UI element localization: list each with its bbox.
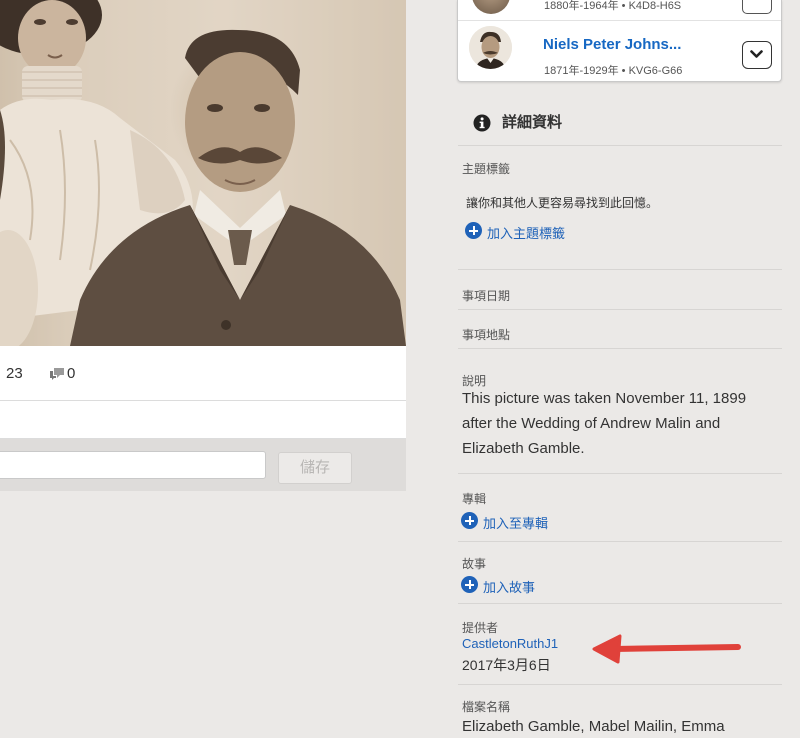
plus-circle-icon: [461, 512, 478, 529]
memory-photo[interactable]: [0, 0, 406, 346]
story-label: 故事: [462, 557, 487, 571]
comment-count: 0: [67, 365, 76, 382]
divider: [458, 541, 782, 542]
expand-button[interactable]: [742, 41, 772, 69]
person-lifespan-id: 1880年-1964年 • K4D8-H6S: [544, 0, 682, 12]
comment-bar: 儲存: [0, 439, 406, 491]
avatar: [472, 0, 510, 14]
plus-circle-icon: [465, 222, 482, 239]
topic-tags-label: 主題標籤: [462, 162, 511, 176]
person-row[interactable]: 1880年-1964年 • K4D8-H6S: [458, 0, 781, 21]
add-topic-tag-label: 加入主題標籤: [487, 226, 566, 241]
divider: [458, 269, 782, 270]
details-title: 詳細資料: [502, 114, 563, 131]
save-button[interactable]: 儲存: [278, 452, 352, 484]
divider: [458, 145, 782, 146]
comment-input[interactable]: [0, 451, 266, 479]
filename-label: 檔案名稱: [462, 700, 511, 714]
photo-caption-strip: [0, 401, 406, 439]
divider: [458, 348, 782, 349]
info-icon: [473, 114, 491, 132]
contributor-date: 2017年3月6日: [462, 657, 551, 673]
person-name-link[interactable]: Niels Peter Johns...: [543, 36, 681, 53]
person-lifespan-id: 1871年-1929年 • KVG6-G66: [544, 65, 683, 77]
add-story-label: 加入故事: [483, 580, 536, 595]
event-place-label[interactable]: 事項地點: [462, 326, 510, 343]
tagged-persons-card: 1880年-1964年 • K4D8-H6S Niels Peter Johns…: [457, 0, 782, 82]
divider: [458, 603, 782, 604]
plus-circle-icon: [461, 576, 478, 593]
person-row[interactable]: Niels Peter Johns... 1871年-1929年 • KVG6-…: [458, 21, 781, 81]
photo-illustration: [0, 0, 406, 346]
event-date-label[interactable]: 事項日期: [462, 287, 510, 304]
tag-count: 23: [6, 365, 23, 382]
album-label: 專輯: [462, 492, 487, 506]
add-to-album-label: 加入至專輯: [483, 516, 549, 531]
chevron-down-icon: [750, 50, 763, 58]
divider: [458, 684, 782, 685]
annotation-arrow-icon: [592, 634, 741, 664]
expand-button[interactable]: [742, 0, 772, 14]
filename-value[interactable]: Elizabeth Gamble, Mabel Mailin, Emma: [462, 718, 725, 735]
topic-tags-hint: 讓你和其他人更容易尋找到此回憶。: [466, 196, 659, 210]
divider: [458, 473, 782, 474]
photo-stats-bar: 23 0: [0, 346, 406, 401]
description-text[interactable]: This picture was taken November 11, 1899…: [462, 386, 780, 461]
contributor-label: 提供者: [462, 621, 499, 635]
divider: [458, 309, 782, 310]
avatar: [469, 26, 512, 69]
comment-icon[interactable]: [49, 367, 65, 381]
contributor-link[interactable]: CastletonRuthJ1: [462, 636, 558, 651]
